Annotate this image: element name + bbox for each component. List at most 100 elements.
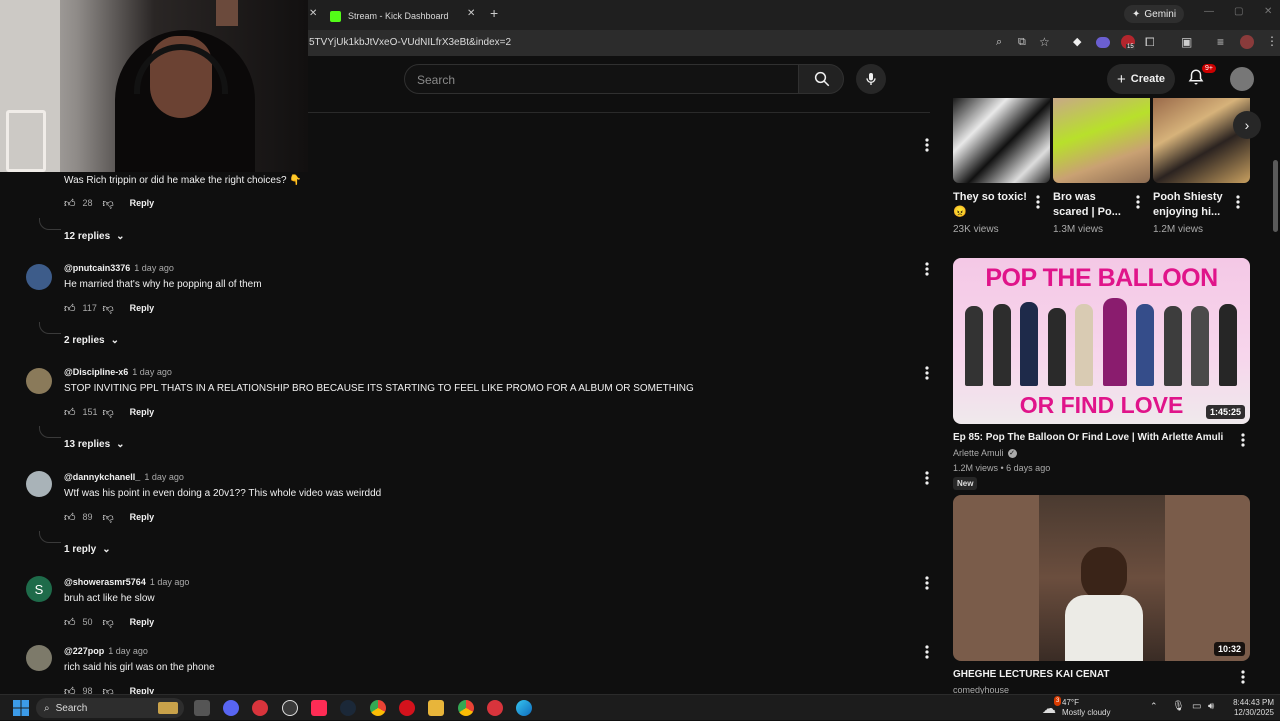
avatar[interactable]	[26, 368, 52, 394]
comment-menu-icon[interactable]	[924, 645, 930, 659]
thumbs-up-icon[interactable]: 👍︎	[64, 511, 76, 524]
thumbs-up-icon[interactable]: 👍︎	[64, 197, 76, 210]
comment-menu-icon[interactable]	[924, 262, 930, 276]
video-menu-icon[interactable]	[1240, 433, 1246, 452]
scrollbar[interactable]	[1273, 160, 1278, 232]
comment-handle[interactable]: @dannykchanell_	[64, 472, 140, 482]
short-thumbnail[interactable]	[953, 98, 1050, 183]
short-title[interactable]: Pooh Shiesty enjoying hi...	[1153, 190, 1231, 220]
comment-time[interactable]: 1 day ago	[134, 263, 174, 273]
maximize-icon[interactable]: ▢	[1234, 6, 1243, 17]
short-card[interactable]: Pooh Shiesty enjoying hi... 1.2M views	[1153, 98, 1250, 235]
weather-widget[interactable]: ☁ 47°F Mostly cloudy 3	[1042, 696, 1110, 718]
search-button[interactable]	[798, 64, 844, 94]
bookmark-star-icon[interactable]: ☆	[1039, 35, 1050, 49]
view-replies-button[interactable]: 2 replies ⌄	[64, 335, 119, 346]
new-tab-icon[interactable]: +	[490, 5, 498, 21]
comment-time[interactable]: 1 day ago	[144, 472, 184, 482]
microphone-icon[interactable]: 🎙︎	[1172, 701, 1185, 712]
zoom-icon[interactable]: ⌕	[996, 36, 1002, 49]
window-close-icon[interactable]: ✕	[1264, 6, 1272, 17]
view-replies-button[interactable]: 1 reply ⌄	[64, 544, 111, 555]
short-thumbnail[interactable]	[1153, 98, 1250, 183]
shelf-next-button[interactable]: ›	[1233, 111, 1261, 139]
thumbs-down-icon[interactable]: 👎︎	[103, 406, 114, 419]
create-button[interactable]: + Create	[1107, 64, 1175, 94]
comment-time[interactable]: 1 day ago	[108, 646, 148, 656]
short-card[interactable]: They so toxic! 😠 23K views	[953, 98, 1050, 235]
search-input[interactable]: Search	[404, 64, 799, 94]
thumbs-down-icon[interactable]: 👎︎	[103, 511, 114, 524]
steam-icon[interactable]	[340, 700, 356, 716]
video-card[interactable]: 10:32 GHEGHE LECTURES KAI CENAT comedyho…	[953, 495, 1250, 695]
display-icon[interactable]: ▭	[1192, 701, 1201, 712]
chevron-up-icon[interactable]: ⌃	[1150, 701, 1158, 712]
chrome-profile-icon[interactable]	[458, 700, 474, 716]
tab-close-icon[interactable]: ✕	[309, 8, 317, 19]
comment-handle[interactable]: @Discipline-x6	[64, 367, 128, 377]
video-thumbnail[interactable]: POP THE BALLOON OR FIND LOVE 1:45:25	[953, 258, 1250, 424]
tab-kick-dashboard[interactable]: Stream - Kick Dashboard	[330, 4, 449, 28]
taskbar-search[interactable]: ⌕ Search	[36, 698, 184, 718]
reply-button[interactable]: Reply	[130, 512, 155, 522]
short-card[interactable]: Bro was scared | Po... 1.3M views	[1053, 98, 1150, 235]
side-panel-icon[interactable]: ▣	[1181, 35, 1192, 49]
discord-icon[interactable]	[223, 700, 239, 716]
avatar[interactable]	[26, 645, 52, 671]
notifications-button[interactable]: 9+	[1187, 64, 1216, 90]
comment-menu-icon[interactable]	[924, 366, 930, 380]
video-title[interactable]: Ep 85: Pop The Balloon Or Find Love | Wi…	[953, 432, 1223, 443]
comment-handle[interactable]: @pnutcain3376	[64, 263, 130, 273]
chrome-icon[interactable]	[370, 700, 386, 716]
app-red-2-icon[interactable]	[487, 700, 503, 716]
reading-list-icon[interactable]: ≡	[1217, 35, 1224, 49]
short-title[interactable]: They so toxic! 😠	[953, 190, 1031, 220]
thumbs-up-icon[interactable]: 👍︎	[64, 406, 76, 419]
reply-button[interactable]: Reply	[130, 407, 155, 417]
video-menu-icon[interactable]	[1240, 670, 1246, 689]
edge-icon[interactable]	[516, 700, 532, 716]
video-thumbnail[interactable]: 10:32	[953, 495, 1250, 661]
comment-menu-icon[interactable]	[924, 471, 930, 485]
thumbs-up-icon[interactable]: 👍︎	[64, 302, 76, 315]
obs-icon[interactable]	[282, 700, 298, 716]
windows-start-icon[interactable]	[13, 700, 29, 716]
short-menu-icon[interactable]	[1235, 195, 1241, 214]
short-title[interactable]: Bro was scared | Po...	[1053, 190, 1131, 220]
tiktok-icon[interactable]	[311, 700, 327, 716]
video-card[interactable]: POP THE BALLOON OR FIND LOVE 1:45:25 Ep …	[953, 258, 1250, 490]
channel-row[interactable]: Arlette Amuli ✓	[953, 448, 1017, 458]
thumbs-down-icon[interactable]: 👎︎	[103, 616, 114, 629]
reply-button[interactable]: Reply	[130, 303, 155, 313]
comment-menu-icon[interactable]	[924, 576, 930, 590]
comment-time[interactable]: 1 day ago	[150, 577, 190, 587]
voice-search-button[interactable]	[856, 64, 886, 94]
browser-menu-icon[interactable]: ⋮	[1266, 34, 1278, 48]
avatar[interactable]: S	[26, 576, 52, 602]
comment-time[interactable]: 1 day ago	[132, 367, 172, 377]
profile-avatar[interactable]	[1240, 35, 1254, 49]
extension-icon[interactable]	[1096, 37, 1110, 48]
comment-menu-icon[interactable]	[924, 138, 930, 152]
system-clock[interactable]: 8:44:43 PM 12/30/2025	[1226, 698, 1274, 718]
comment-handle[interactable]: @showerasmr5764	[64, 577, 146, 587]
opera-icon[interactable]	[399, 700, 415, 716]
thumbs-down-icon[interactable]: 👎︎	[103, 197, 114, 210]
reply-button[interactable]: Reply	[130, 198, 155, 208]
short-menu-icon[interactable]	[1135, 195, 1141, 214]
comment-handle[interactable]: @227pop	[64, 646, 104, 656]
minimize-icon[interactable]: —	[1204, 6, 1214, 17]
view-replies-button[interactable]: 13 replies ⌄	[64, 439, 125, 450]
task-view-icon[interactable]	[194, 700, 210, 716]
reply-button[interactable]: Reply	[130, 617, 155, 627]
volume-icon[interactable]: 🔊︎	[1208, 701, 1214, 712]
video-title[interactable]: GHEGHE LECTURES KAI CENAT	[953, 669, 1110, 680]
tab-close-icon[interactable]: ✕	[467, 8, 475, 19]
account-avatar[interactable]	[1230, 67, 1254, 91]
file-explorer-icon[interactable]	[428, 700, 444, 716]
view-replies-button[interactable]: 12 replies ⌄	[64, 231, 125, 242]
gemini-button[interactable]: ✦ Gemini	[1124, 5, 1185, 23]
avatar[interactable]	[26, 471, 52, 497]
extensions-puzzle-icon[interactable]: ⧠	[1145, 35, 1155, 50]
channel-name[interactable]: Arlette Amuli	[953, 448, 1004, 458]
